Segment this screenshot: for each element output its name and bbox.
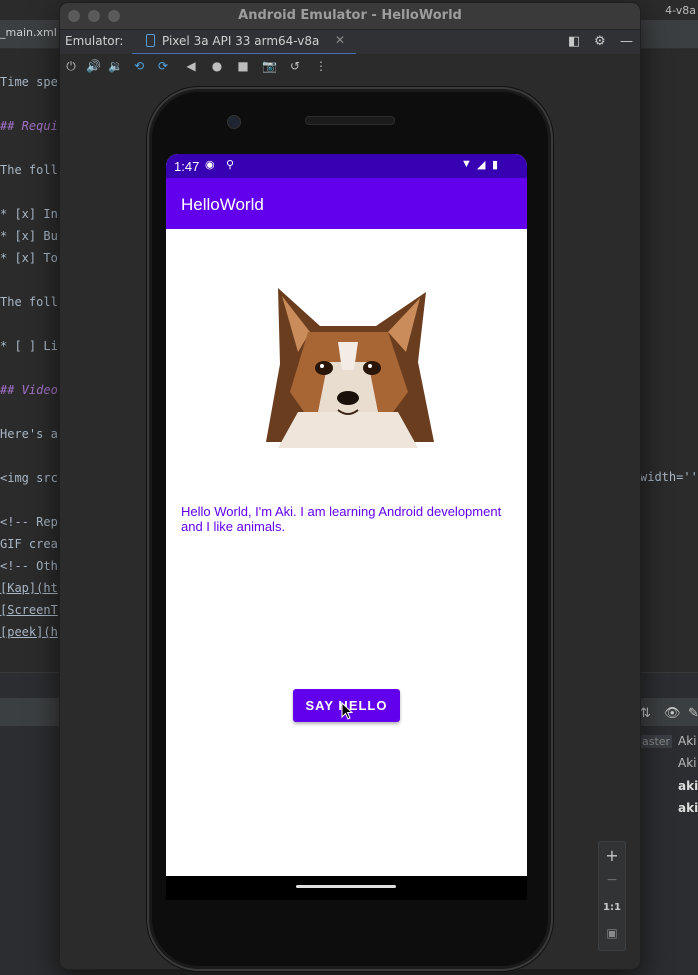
editor-file-tab[interactable]: _main.xml	[0, 26, 57, 39]
emulator-controls: ⏻ 🔊 🔉 ⟲ ⟳ ◀ ● ■ 📷 ↺ ⋮	[60, 54, 640, 80]
close-tab-icon[interactable]: ✕	[335, 33, 345, 47]
volume-down-icon[interactable]: 🔉	[108, 59, 123, 73]
code-line[interactable]: [Kap](ht	[0, 581, 58, 595]
rotate-right-icon[interactable]: ⟳	[156, 59, 170, 73]
device-tab[interactable]: Pixel 3a API 33 arm64-v8a ✕	[132, 30, 356, 55]
zoom-in-button[interactable]: +	[599, 846, 625, 865]
edit-icon[interactable]: ✎	[688, 706, 698, 721]
sort-icon[interactable]: ⇅	[640, 706, 651, 721]
branch-label: aster	[640, 735, 673, 748]
mouse-cursor-icon	[341, 702, 353, 720]
camera-icon[interactable]: 📷	[262, 59, 277, 73]
window-mode-icon[interactable]: ◧	[568, 34, 580, 49]
eye-icon[interactable]: 👁	[664, 706, 681, 721]
back-icon[interactable]: ◀	[184, 59, 198, 73]
emulator-label: Emulator:	[65, 34, 124, 48]
zoom-panel: + − 1:1 ▣	[598, 841, 626, 951]
zoom-out-button[interactable]: −	[599, 872, 625, 888]
code-line[interactable]: <!-- Rep	[0, 515, 58, 529]
code-line[interactable]: [peek](h	[0, 625, 58, 639]
zoom-actual-button[interactable]: 1:1	[599, 902, 625, 913]
earpiece-speaker	[305, 116, 395, 125]
commit-author[interactable]: aki	[678, 779, 698, 793]
hide-icon[interactable]: —	[620, 34, 633, 49]
power-icon[interactable]: ⏻	[64, 59, 78, 74]
overview-icon[interactable]: ■	[236, 59, 250, 73]
app-bar: HelloWorld	[166, 178, 527, 229]
code-line[interactable]: GIF crea	[0, 537, 58, 551]
volume-up-icon[interactable]: 🔊	[86, 59, 101, 73]
abi-tab-fragment[interactable]: 4-v8a	[665, 4, 696, 17]
code-line[interactable]: Here's a	[0, 427, 58, 441]
phone-icon	[146, 34, 155, 47]
assistant-icon: ◉	[205, 159, 215, 171]
more-options-icon[interactable]: ⋮	[314, 59, 328, 73]
code-line[interactable]: The foll	[0, 163, 58, 177]
code-line[interactable]: <!-- Oth	[0, 559, 58, 573]
commit-author[interactable]: Aki	[678, 756, 697, 770]
emulator-tab-bar: Emulator: Pixel 3a API 33 arm64-v8a ✕ ◧ …	[60, 30, 640, 55]
code-fragment-right: width=''	[640, 470, 698, 484]
hello-message: Hello World, I'm Aki. I am learning Andr…	[181, 504, 502, 534]
navigation-bar	[166, 876, 527, 900]
signal-icon: ◢	[477, 159, 486, 171]
snapshot-icon[interactable]: ↺	[288, 59, 302, 73]
commit-author[interactable]: Aki	[678, 734, 697, 748]
commit-author[interactable]: aki	[678, 801, 698, 815]
code-line[interactable]: [ScreenT	[0, 603, 58, 617]
code-line[interactable]: ## Video	[0, 383, 58, 397]
battery-icon: ▮	[492, 159, 499, 171]
zoom-fit-icon[interactable]: ▣	[599, 926, 625, 940]
rotate-left-icon[interactable]: ⟲	[132, 59, 146, 73]
code-line[interactable]: * [ ] Li	[0, 339, 58, 353]
code-line[interactable]: <img src	[0, 471, 58, 485]
code-line[interactable]: * [x] To	[0, 251, 58, 265]
code-line[interactable]: ## Requi	[0, 119, 58, 133]
front-camera	[227, 115, 241, 129]
debug-icon: ⚲	[226, 159, 235, 171]
app-title: HelloWorld	[181, 195, 264, 214]
gear-icon[interactable]: ⚙	[594, 34, 606, 49]
device-tab-label: Pixel 3a API 33 arm64-v8a	[162, 34, 320, 48]
code-line[interactable]: * [x] In	[0, 207, 58, 221]
code-line[interactable]: Time spe	[0, 75, 58, 89]
status-bar: 1:47 ◉ ⚲ ▼ ◢ ▮	[166, 154, 527, 178]
home-gesture-handle[interactable]	[296, 885, 396, 888]
status-time: 1:47	[174, 159, 200, 174]
code-line[interactable]: * [x] Bu	[0, 229, 58, 243]
window-titlebar: Android Emulator - HelloWorld	[60, 3, 640, 30]
code-line[interactable]: The foll	[0, 295, 58, 309]
dog-image	[266, 288, 434, 448]
device-screen[interactable]: 1:47 ◉ ⚲ ▼ ◢ ▮ HelloWorld Hello World, I…	[166, 154, 527, 876]
wifi-icon: ▼	[461, 158, 472, 170]
home-icon[interactable]: ●	[210, 59, 224, 73]
window-title: Android Emulator - HelloWorld	[238, 8, 462, 23]
